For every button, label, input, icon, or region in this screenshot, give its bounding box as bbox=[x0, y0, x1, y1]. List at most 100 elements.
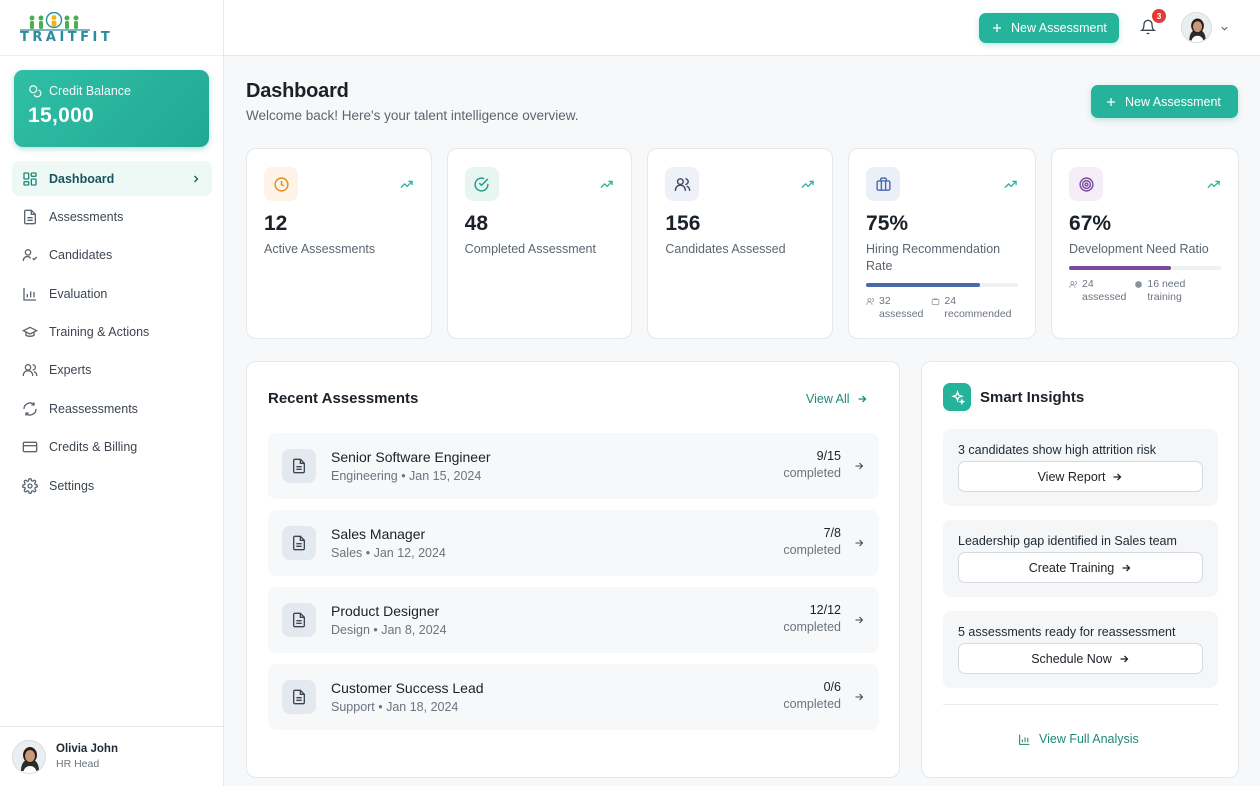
briefcase-icon bbox=[932, 298, 940, 305]
insight-text: Leadership gap identified in Sales team bbox=[958, 534, 1177, 548]
arrow-right-icon bbox=[1113, 473, 1122, 480]
link-label: View Full Analysis bbox=[1039, 732, 1139, 746]
button-label: New Assessment bbox=[1011, 21, 1107, 35]
sidebar-item-credits-billing[interactable]: Credits & Billing bbox=[12, 430, 212, 465]
breakdown-text: assessed bbox=[879, 308, 924, 320]
check-circle-icon bbox=[474, 176, 489, 192]
stat-label: Completed Assessment bbox=[464, 242, 596, 256]
button-label: New Assessment bbox=[1125, 94, 1221, 109]
users-icon bbox=[22, 364, 38, 377]
sidebar-nav: Dashboard Assessments Candidates Evaluat… bbox=[12, 161, 212, 507]
logo[interactable]: TRAITFIT bbox=[0, 0, 223, 56]
arrow-right-icon bbox=[1122, 564, 1131, 571]
sidebar-item-label: Experts bbox=[49, 363, 92, 378]
briefcase-icon bbox=[875, 176, 891, 191]
stat-card-active-assessments[interactable]: 12 Active Assessments bbox=[246, 148, 432, 339]
stat-card-candidates-assessed[interactable]: 156 Candidates Assessed bbox=[647, 148, 834, 339]
list-item[interactable]: Sales Manager Sales • Jan 12, 2024 7/8 com… bbox=[268, 510, 879, 576]
breakdown-item: 24 assessed bbox=[1069, 278, 1126, 304]
top-avatar[interactable] bbox=[1181, 12, 1212, 43]
sidebar-item-label: Candidates bbox=[49, 248, 113, 263]
insight-card: 3 candidates show high attrition risk Vi… bbox=[943, 429, 1218, 506]
insight-card: Leadership gap identified in Sales team … bbox=[943, 520, 1218, 597]
sparkles-icon-box bbox=[943, 383, 971, 411]
sidebar-item-evaluation[interactable]: Evaluation bbox=[12, 276, 212, 311]
user-profile[interactable]: Olivia John HR Head bbox=[0, 726, 223, 786]
arrow-right-icon bbox=[855, 462, 864, 470]
users-icon bbox=[674, 177, 691, 191]
sidebar-item-candidates[interactable]: Candidates bbox=[12, 238, 212, 273]
doc-icon-box bbox=[282, 680, 316, 714]
document-icon bbox=[293, 458, 305, 474]
list-item[interactable]: Product Designer Design • Jan 8, 2024 12/… bbox=[268, 587, 879, 653]
new-assessment-button[interactable]: New Assessment bbox=[1091, 85, 1238, 118]
grid-icon bbox=[23, 171, 37, 186]
sidebar-item-training[interactable]: Training & Actions bbox=[12, 315, 212, 350]
breakdown-num: 16 need bbox=[1147, 278, 1186, 290]
dot-icon bbox=[1135, 281, 1143, 288]
chevron-down-icon[interactable] bbox=[1219, 23, 1230, 34]
stat-value: 156 bbox=[665, 212, 701, 235]
stat-card-hiring-recommendation[interactable]: 75% Hiring Recommendation Rate 32 assesse… bbox=[848, 148, 1037, 339]
notification-badge: 3 bbox=[1152, 9, 1166, 23]
completion-count: 7/8 bbox=[823, 526, 841, 540]
users-icon bbox=[866, 298, 874, 305]
logo-people-icon bbox=[20, 12, 90, 31]
list-item[interactable]: Customer Success Lead Support • Jan 18, 2… bbox=[268, 664, 879, 730]
completion-label: completed bbox=[783, 697, 841, 711]
sidebar-item-label: Dashboard bbox=[49, 171, 115, 186]
breakdown-text: recommended bbox=[944, 308, 1012, 320]
avatar bbox=[12, 739, 46, 774]
view-full-analysis-link[interactable]: View Full Analysis bbox=[1018, 732, 1139, 746]
stat-card-development-need[interactable]: 67% Development Need Ratio 24 assessed 16… bbox=[1051, 148, 1240, 339]
stat-icon-box bbox=[264, 167, 298, 201]
sparkles-icon bbox=[950, 389, 965, 405]
assessment-meta: Sales • Jan 12, 2024 bbox=[331, 546, 446, 560]
breakdown-num: 24 bbox=[1082, 278, 1094, 290]
sidebar-item-experts[interactable]: Experts bbox=[12, 353, 212, 388]
button-label: Schedule Now bbox=[1031, 651, 1112, 666]
breakdown-item: 24 recommended bbox=[931, 295, 1012, 321]
sidebar-item-dashboard[interactable]: Dashboard bbox=[12, 161, 212, 196]
stat-card-completed-assessment[interactable]: 48 Completed Assessment bbox=[446, 148, 633, 339]
button-label: Create Training bbox=[1028, 560, 1115, 575]
logo-mark: TRAITFIT bbox=[20, 12, 110, 45]
panel-title: Recent Assessments bbox=[268, 390, 419, 407]
assessment-title: Sales Manager bbox=[331, 526, 426, 542]
smart-insights-panel: Smart Insights 3 candidates show high at… bbox=[921, 361, 1239, 778]
view-all-link[interactable]: View All bbox=[806, 392, 868, 406]
credit-value: 15,000 bbox=[28, 104, 95, 127]
completion-label: completed bbox=[783, 620, 841, 634]
arrow-right-icon bbox=[1120, 655, 1129, 662]
sidebar-item-label: Credits & Billing bbox=[49, 440, 138, 455]
credit-card-icon bbox=[22, 441, 38, 453]
document-icon bbox=[293, 689, 305, 705]
page-title: Dashboard bbox=[246, 80, 349, 102]
stat-value: 75% bbox=[866, 212, 909, 235]
sidebar-item-settings[interactable]: Settings bbox=[12, 468, 212, 503]
stat-icon-box bbox=[1069, 167, 1104, 201]
stat-value: 12 bbox=[264, 212, 288, 235]
schedule-now-button[interactable]: Schedule Now bbox=[958, 643, 1203, 674]
sidebar-item-assessments[interactable]: Assessments bbox=[12, 199, 212, 234]
plus-icon bbox=[993, 24, 1001, 32]
view-report-button[interactable]: View Report bbox=[958, 461, 1203, 492]
bar-chart-icon bbox=[1019, 734, 1030, 745]
create-training-button[interactable]: Create Training bbox=[958, 552, 1203, 583]
trending-up-icon bbox=[1004, 180, 1017, 189]
assessment-title: Product Designer bbox=[331, 603, 440, 619]
stat-breakdown: 32 assessed 24 recommended bbox=[866, 295, 1018, 321]
document-icon bbox=[293, 535, 305, 551]
top-new-assessment-button[interactable]: New Assessment bbox=[979, 13, 1119, 43]
sidebar-item-reassessments[interactable]: Reassessments bbox=[12, 391, 212, 426]
breakdown-item: 16 need training bbox=[1134, 278, 1185, 304]
stat-value: 48 bbox=[464, 212, 489, 235]
stat-icon-box bbox=[866, 167, 901, 201]
link-label: View All bbox=[806, 392, 850, 406]
document-icon bbox=[24, 209, 36, 225]
list-item[interactable]: Senior Software Engineer Engineering • Ja… bbox=[268, 433, 879, 499]
sidebar: TRAITFIT Credit Balance 15,000 Dashboard… bbox=[0, 0, 224, 786]
trending-up-icon bbox=[400, 180, 413, 189]
stat-label: Development Need Ratio bbox=[1069, 242, 1209, 256]
sidebar-item-label: Evaluation bbox=[49, 286, 108, 301]
